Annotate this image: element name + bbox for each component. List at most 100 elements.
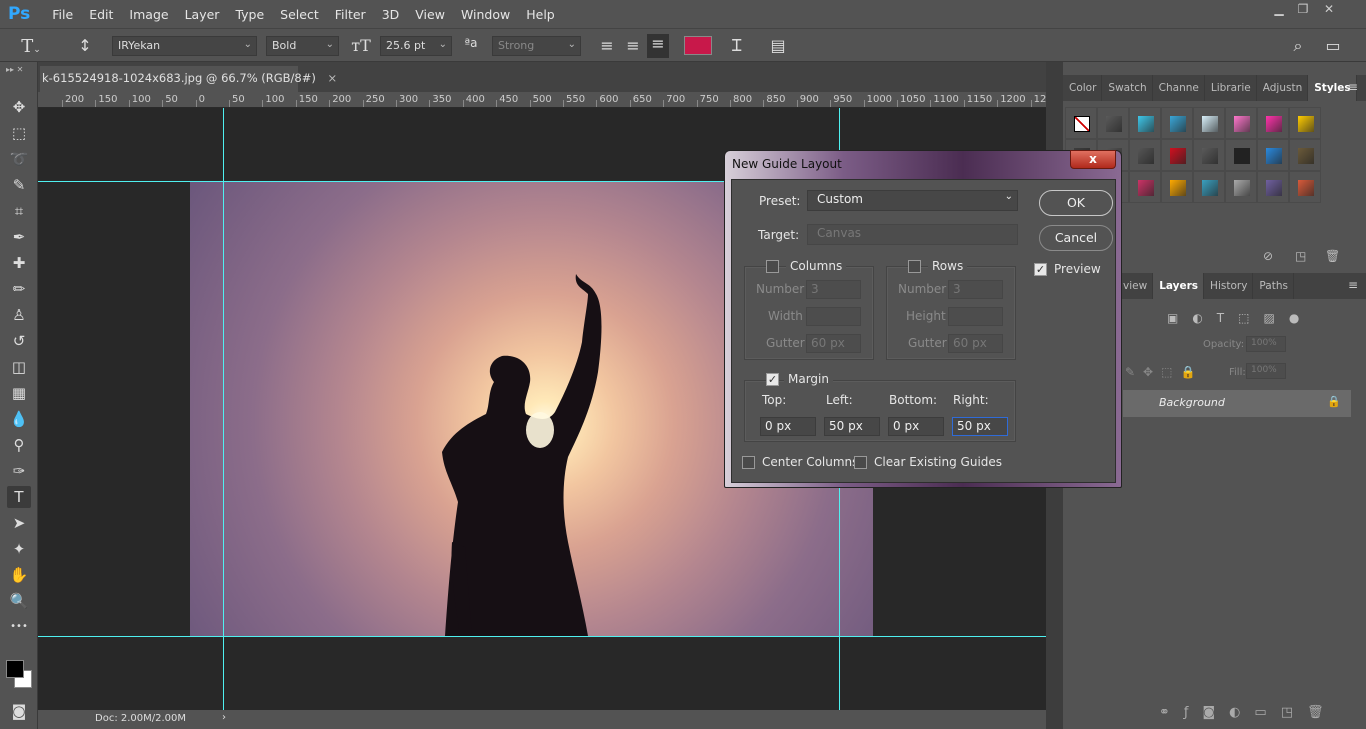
menu-edit[interactable]: Edit — [81, 7, 121, 22]
document-tab[interactable]: k-615524918-1024x683.jpg @ 66.7% (RGB/8#… — [40, 66, 337, 92]
align-center-icon[interactable]: ≡ — [622, 36, 644, 56]
eraser-icon[interactable]: ◫ — [7, 356, 31, 378]
columns-number-input[interactable]: 3 — [806, 280, 861, 299]
style-swatch[interactable] — [1161, 107, 1193, 139]
style-swatch[interactable] — [1289, 139, 1321, 171]
type-icon[interactable]: T — [7, 486, 31, 508]
guide-vertical-left[interactable] — [223, 108, 224, 710]
pen-icon[interactable]: ✑ — [7, 460, 31, 482]
opacity-input[interactable]: 100% — [1246, 336, 1286, 352]
style-swatch[interactable] — [1161, 171, 1193, 203]
stamp-icon[interactable]: ♙ — [7, 304, 31, 326]
menu-filter[interactable]: Filter — [327, 7, 374, 22]
margin-top-input[interactable]: 0 px — [760, 417, 816, 436]
workspace-icon[interactable]: ▭ — [1322, 36, 1344, 56]
margin-bottom-input[interactable]: 0 px — [888, 417, 944, 436]
close-window-button[interactable]: ✕ — [1318, 2, 1340, 18]
collapse-icon[interactable]: ▸▸ ✕ — [6, 65, 23, 74]
clear-style-icon[interactable]: ⊘ — [1263, 249, 1273, 263]
gradient-icon[interactable]: ▦ — [7, 382, 31, 404]
tab-layers[interactable]: Layers — [1153, 273, 1205, 299]
brush-icon[interactable]: ✏ — [7, 278, 31, 300]
style-swatch[interactable] — [1225, 107, 1257, 139]
font-size-select[interactable]: 25.6 pt ⌄ — [380, 36, 452, 56]
menu-3d[interactable]: 3D — [374, 7, 408, 22]
style-swatch[interactable] — [1289, 107, 1321, 139]
lasso-icon[interactable]: ➰ — [7, 148, 31, 170]
dialog-close-button[interactable]: x — [1070, 150, 1116, 169]
style-swatch[interactable] — [1193, 139, 1225, 171]
move-icon[interactable]: ✥ — [7, 96, 31, 118]
style-swatch[interactable] — [1129, 171, 1161, 203]
preview-checkbox[interactable]: ✓ — [1034, 263, 1047, 276]
status-menu-arrow-icon[interactable]: › — [222, 712, 226, 723]
menu-type[interactable]: Type — [227, 7, 272, 22]
ok-button[interactable]: OK — [1039, 190, 1113, 216]
menu-window[interactable]: Window — [453, 7, 518, 22]
eyedropper-icon[interactable]: ✒ — [7, 226, 31, 248]
marquee-icon[interactable]: ⬚ — [7, 122, 31, 144]
path-select-icon[interactable]: ➤ — [7, 512, 31, 534]
restore-button[interactable]: ❐ — [1292, 2, 1314, 18]
close-tab-icon[interactable]: × — [328, 71, 338, 85]
menu-select[interactable]: Select — [272, 7, 327, 22]
delete-style-icon[interactable]: 🗑 — [1325, 249, 1340, 263]
lock-icons[interactable]: ✎✥⬚🔒 — [1125, 365, 1203, 379]
tab-channe[interactable]: Channe — [1153, 75, 1205, 101]
hand-icon[interactable]: ✋ — [7, 564, 31, 586]
clear-existing-guides-checkbox[interactable] — [854, 456, 867, 469]
fill-input[interactable]: 100% — [1246, 363, 1286, 379]
panel-menu-icon[interactable]: ≡ — [1348, 278, 1358, 292]
zoom-icon[interactable]: 🔍 — [7, 590, 31, 612]
tab-history[interactable]: History — [1204, 273, 1254, 299]
quick-select-icon[interactable]: ✎ — [7, 174, 31, 196]
style-swatch[interactable] — [1257, 139, 1289, 171]
rows-height-input[interactable] — [948, 307, 1003, 326]
menu-image[interactable]: Image — [121, 7, 176, 22]
horizontal-ruler[interactable]: 200 150 100 50 0 50 100 150 200 250 300 350 400 450 50… — [38, 92, 1046, 108]
margin-left-input[interactable]: 50 px — [824, 417, 880, 436]
style-swatch[interactable] — [1161, 139, 1193, 171]
columns-gutter-input[interactable]: 60 px — [806, 334, 861, 353]
guide-horizontal-bottom[interactable] — [38, 636, 1046, 637]
panel-menu-icon[interactable]: ≡ — [1348, 80, 1358, 94]
target-select[interactable]: Canvas — [807, 224, 1018, 245]
foreground-color-swatch[interactable] — [6, 660, 24, 678]
layer-filter-icons[interactable]: ▣◐T⬚▨● — [1167, 311, 1313, 325]
style-swatch[interactable] — [1257, 171, 1289, 203]
dodge-icon[interactable]: ⚲ — [7, 434, 31, 456]
font-style-select[interactable]: Bold ⌄ — [266, 36, 339, 56]
columns-checkbox[interactable] — [766, 260, 779, 273]
history-brush-icon[interactable]: ↺ — [7, 330, 31, 352]
character-panel-icon[interactable]: ▤ — [767, 36, 789, 56]
rows-gutter-input[interactable]: 60 px — [948, 334, 1003, 353]
align-right-icon[interactable]: ≡ — [647, 34, 669, 58]
antialias-select[interactable]: Strong ⌄ — [492, 36, 581, 56]
tab-paths[interactable]: Paths — [1253, 273, 1294, 299]
menu-view[interactable]: View — [407, 7, 453, 22]
new-style-icon[interactable]: ◳ — [1295, 249, 1306, 263]
align-left-icon[interactable]: ≡ — [596, 36, 618, 56]
text-color-swatch[interactable] — [684, 36, 712, 55]
columns-width-input[interactable] — [806, 307, 861, 326]
rows-number-input[interactable]: 3 — [948, 280, 1003, 299]
style-swatch[interactable] — [1129, 139, 1161, 171]
preset-select[interactable]: Custom ⌄ — [807, 190, 1018, 211]
style-swatch[interactable] — [1225, 139, 1257, 171]
type-tool-preset-icon[interactable]: T⌄ — [20, 36, 42, 57]
crop-icon[interactable]: ⌗ — [7, 200, 31, 222]
tab-adjustn[interactable]: Adjustn — [1257, 75, 1309, 101]
toggle-orientation-icon[interactable]: ↕ — [74, 36, 96, 56]
more-icon[interactable]: ••• — [7, 616, 31, 638]
margin-right-input[interactable]: 50 px — [952, 417, 1008, 436]
style-swatch[interactable] — [1193, 171, 1225, 203]
style-swatch[interactable] — [1257, 107, 1289, 139]
search-icon[interactable]: ⌕ — [1287, 36, 1309, 56]
blur-icon[interactable]: 💧 — [7, 408, 31, 430]
tab-color[interactable]: Color — [1063, 75, 1103, 101]
menu-help[interactable]: Help — [518, 7, 563, 22]
style-swatch[interactable] — [1097, 107, 1129, 139]
center-columns-checkbox[interactable] — [742, 456, 755, 469]
tab-librarie[interactable]: Librarie — [1205, 75, 1257, 101]
font-family-select[interactable]: IRYekan ⌄ — [112, 36, 257, 56]
